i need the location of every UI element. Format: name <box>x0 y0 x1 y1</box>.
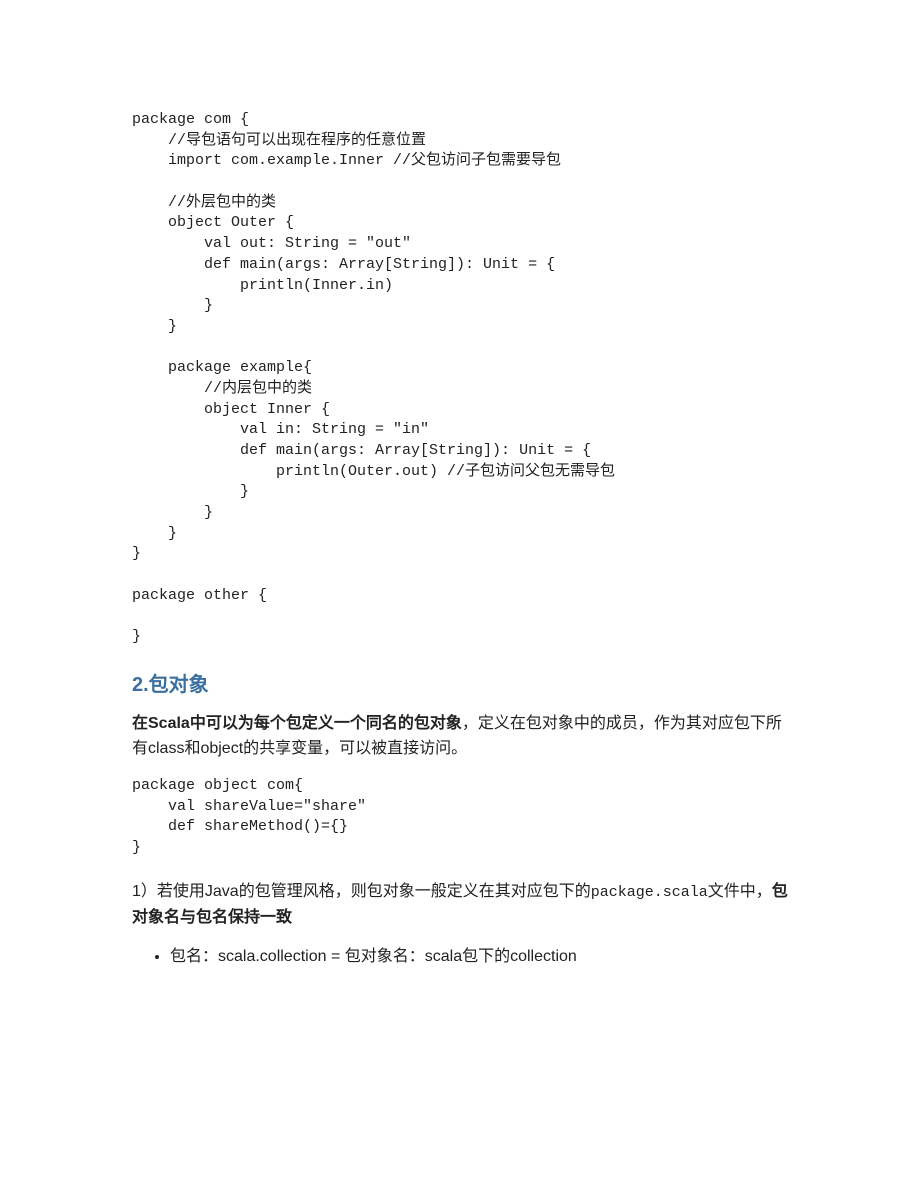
document-page: package com { //导包语句可以出现在程序的任意位置 import … <box>0 0 920 1044</box>
section-title-package-object: 2.包对象 <box>132 668 788 697</box>
code-block-package-object: package object com{ val shareValue="shar… <box>132 776 788 859</box>
code-block-packages: package com { //导包语句可以出现在程序的任意位置 import … <box>132 110 788 648</box>
paragraph-note-1: 1）若使用Java的包管理风格，则包对象一般定义在其对应包下的package.s… <box>132 879 788 931</box>
list-item: 包名：scala.collection = 包对象名：scala包下的colle… <box>170 944 788 970</box>
inline-code-package-scala: package.scala <box>591 884 708 901</box>
para2-pre: 1）若使用Java的包管理风格，则包对象一般定义在其对应包下的 <box>132 883 591 900</box>
paragraph-intro: 在Scala中可以为每个包定义一个同名的包对象，定义在包对象中的成员，作为其对应… <box>132 711 788 762</box>
paragraph-intro-strong: 在Scala中可以为每个包定义一个同名的包对象 <box>132 715 462 732</box>
bullet-list: 包名：scala.collection = 包对象名：scala包下的colle… <box>132 944 788 970</box>
para2-mid: 文件中， <box>708 883 772 900</box>
